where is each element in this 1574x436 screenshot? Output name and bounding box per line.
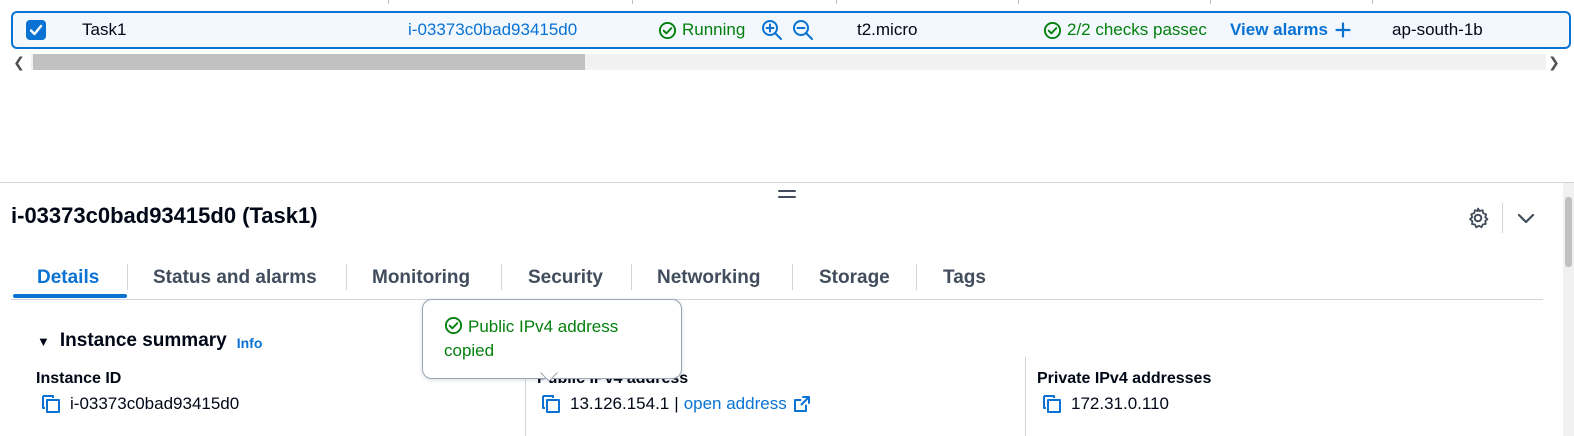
private-ip-value: 172.31.0.110 [1071, 394, 1169, 413]
tab-storage[interactable]: Storage [819, 258, 890, 298]
tab-security[interactable]: Security [528, 258, 603, 298]
info-link[interactable]: Info [237, 335, 263, 351]
copied-popover: Public IPv4 address copied [422, 299, 682, 379]
tab-separator [916, 264, 917, 290]
instance-id-label: Instance ID [36, 370, 122, 387]
cell-name: Task1 [82, 20, 127, 39]
actions-separator [1502, 203, 1503, 233]
panel-title: i-03373c0bad93415d0 (Task1) [11, 203, 318, 228]
tab-details[interactable]: Details [37, 258, 99, 298]
panel-actions [1466, 203, 1537, 233]
view-alarms-link[interactable]: View alarms [1230, 13, 1351, 47]
status-ok-icon [444, 316, 463, 335]
chevron-down-icon[interactable] [1515, 207, 1537, 229]
public-ip-value: 13.126.154.1 [570, 394, 670, 413]
cell-instance-type: t2.micro [857, 20, 918, 39]
external-link-icon[interactable] [793, 395, 811, 413]
tab-separator [501, 264, 502, 290]
tab-separator [792, 264, 793, 290]
instance-summary-title: Instance summary [59, 330, 227, 351]
row-checkbox[interactable] [26, 20, 46, 40]
copy-icon[interactable] [1041, 393, 1063, 415]
zoom-out-icon [793, 20, 813, 40]
instance-id-value: i-03373c0bad93415d0 [70, 394, 240, 413]
copy-icon[interactable] [540, 393, 562, 415]
checkbox-checked-icon [29, 24, 43, 36]
vertical-scrollbar[interactable] [1563, 183, 1574, 436]
copied-message-text: Public IPv4 address copied [444, 317, 619, 360]
plus-icon [1335, 22, 1351, 38]
status-check-label: 2/2 checks passec [1067, 20, 1207, 39]
ec2-instances-view: Task1 i-03373c0bad93415d0 Running t2.mic… [0, 0, 1574, 436]
open-address-link[interactable]: open address [684, 394, 787, 414]
cell-status-check: 2/2 checks passec [1043, 13, 1207, 47]
tab-separator [346, 264, 347, 290]
cell-instance-id-link[interactable]: i-03373c0bad93415d0 [408, 13, 577, 47]
view-alarms-label: View alarms [1230, 20, 1328, 39]
tab-tags[interactable]: Tags [943, 258, 986, 298]
copy-icon[interactable] [40, 393, 62, 415]
vertical-scrollbar-thumb[interactable] [1565, 197, 1572, 267]
column-separator [1025, 357, 1026, 436]
instance-state-label: Running [682, 20, 746, 39]
tab-separator [631, 264, 632, 290]
details-tabs: Details Status and alarms Monitoring Sec… [11, 258, 1543, 300]
horizontal-scrollbar[interactable]: ❮ ❯ [11, 52, 1563, 72]
settings-icon[interactable] [1466, 206, 1490, 230]
scroll-right-arrow-icon[interactable]: ❯ [1546, 54, 1562, 70]
table-row-selected[interactable]: Task1 i-03373c0bad93415d0 Running t2.mic… [11, 11, 1571, 49]
public-ip-separator: | [674, 394, 679, 413]
scroll-left-arrow-icon[interactable]: ❮ [11, 54, 27, 70]
cell-instance-state: Running [658, 13, 745, 47]
zoom-out-button[interactable] [792, 13, 814, 47]
instance-summary-header[interactable]: ▼ Instance summary Info [37, 330, 262, 352]
private-ip-label: Private IPv4 addresses [1037, 370, 1212, 387]
active-tab-indicator [13, 294, 127, 298]
column-dividers [0, 0, 1574, 4]
scrollbar-thumb[interactable] [33, 54, 585, 70]
status-ok-icon [658, 21, 677, 39]
zoom-in-button[interactable] [761, 13, 783, 47]
popover-arrow [540, 372, 558, 382]
instance-id-value-row: i-03373c0bad93415d0 [40, 393, 239, 415]
status-ok-icon [1043, 21, 1062, 39]
tab-networking[interactable]: Networking [657, 258, 760, 298]
tab-monitoring[interactable]: Monitoring [372, 258, 470, 298]
copied-message: Public IPv4 address copied [444, 315, 669, 363]
caret-down-icon[interactable]: ▼ [37, 334, 50, 349]
drag-handle-icon[interactable] [778, 190, 796, 200]
split-panel-divider [0, 182, 1574, 183]
tab-status-and-alarms[interactable]: Status and alarms [153, 258, 317, 298]
zoom-in-icon [762, 20, 782, 40]
private-ip-value-row: 172.31.0.110 [1041, 393, 1169, 415]
cell-availability-zone: ap-south-1b [1392, 20, 1483, 39]
tab-separator [127, 264, 128, 290]
public-ip-value-row: 13.126.154.1 | open address [540, 393, 811, 415]
